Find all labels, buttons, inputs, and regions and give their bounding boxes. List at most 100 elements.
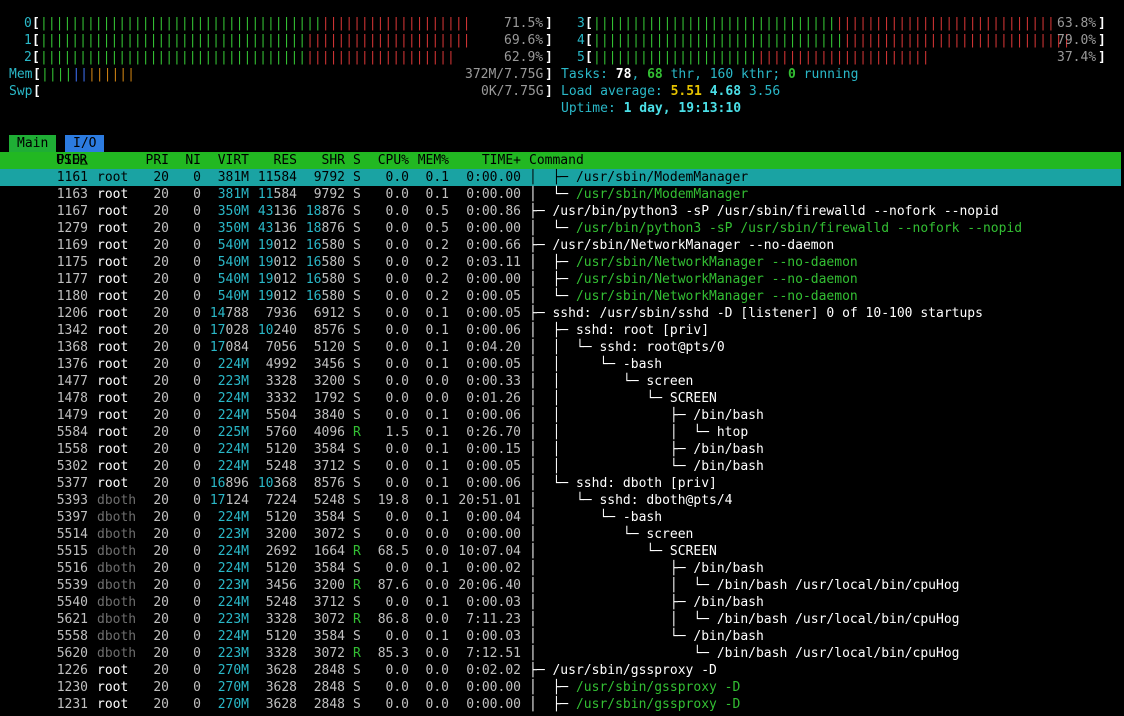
header-command[interactable]: Command xyxy=(529,152,584,169)
process-row[interactable]: 5516 dboth 20 0 224M 5120 3584 S 0.0 0.1 0:00.02 │ … xyxy=(0,560,1121,577)
nice: 0 xyxy=(193,629,201,644)
header-cpu[interactable]: CPU% xyxy=(361,152,409,169)
mem-percent: 0.2 xyxy=(425,255,449,270)
process-row[interactable]: 5515 dboth 20 0 224M 2692 1664 R 68.5 0.0 10:07.04… xyxy=(0,543,1121,560)
header-user[interactable]: USER xyxy=(56,152,87,169)
mem-percent: 0.1 xyxy=(425,340,449,355)
priority: 20 xyxy=(153,425,169,440)
pid: 1368 xyxy=(56,340,88,355)
process-row[interactable]: 5620 dboth 20 0 223M 3328 3072 R 85.3 0.0 7:12.51 │… xyxy=(0,645,1121,662)
priority: 20 xyxy=(153,289,169,304)
tab-io[interactable]: I/O xyxy=(65,135,105,152)
cpu-time: 0:26.70 xyxy=(466,425,521,440)
header-mem[interactable]: MEM% xyxy=(409,152,449,169)
nice: 0 xyxy=(193,357,201,372)
state: R xyxy=(353,544,361,559)
priority: 20 xyxy=(153,238,169,253)
header-pri[interactable]: PRI xyxy=(120,152,169,169)
cpu3-percent: 63.8% xyxy=(1057,16,1097,31)
state: S xyxy=(353,663,361,678)
cpu-percent: 0.0 xyxy=(385,323,409,338)
process-row[interactable]: 5377 root 20 0 16896 10368 8576 S 0.0 0.1 0:00.06 │… xyxy=(0,475,1121,492)
cpu-time: 0:00.00 xyxy=(466,170,521,185)
command: │ │ │ └─ htop xyxy=(529,425,749,440)
state: S xyxy=(353,510,361,525)
res: 5120 xyxy=(265,510,297,525)
header-ni[interactable]: NI xyxy=(175,152,201,169)
process-list: 1161 root 20 0 381M 11584 9792 S 0.0 0.1 0:00.00 │ … xyxy=(0,169,1121,713)
process-row[interactable]: 1169 root 20 0 540M 19012 16580 S 0.0 0.2 0:00.66 ├… xyxy=(0,237,1121,254)
process-row[interactable]: 1177 root 20 0 540M 19012 16580 S 0.0 0.2 0:00.00 │… xyxy=(0,271,1121,288)
process-row[interactable]: 1376 root 20 0 224M 4992 3456 S 0.0 0.1 0:00.05 │ │… xyxy=(0,356,1121,373)
header-time[interactable]: TIME+ xyxy=(449,152,521,169)
process-row[interactable]: 1231 root 20 0 270M 3628 2848 S 0.0 0.0 0:00.00 │ ├… xyxy=(0,696,1121,713)
process-row[interactable]: 1167 root 20 0 350M 43136 18876 S 0.0 0.5 0:00.86 ├… xyxy=(0,203,1121,220)
pid: 5397 xyxy=(56,510,88,525)
tasks-line: Tasks: 78, 68 thr, 160 kthr; 0 running xyxy=(561,67,859,82)
process-row[interactable]: 5514 dboth 20 0 223M 3200 3072 S 0.0 0.0 0:00.00 │ … xyxy=(0,526,1121,543)
shr: 8576 xyxy=(313,476,345,491)
virt: 540M xyxy=(217,238,249,253)
mem-percent: 0.1 xyxy=(425,476,449,491)
header-state[interactable]: S xyxy=(353,152,361,169)
process-row[interactable]: 5558 dboth 20 0 224M 5120 3584 S 0.0 0.1 0:00.03 │ … xyxy=(0,628,1121,645)
mem-percent: 0.5 xyxy=(425,221,449,236)
res: 3328 xyxy=(265,374,297,389)
state: S xyxy=(353,272,361,287)
swp-label: Swp xyxy=(9,84,33,99)
process-row[interactable]: 1180 root 20 0 540M 19012 16580 S 0.0 0.2 0:00.05 │… xyxy=(0,288,1121,305)
shr: 3584 xyxy=(313,442,345,457)
process-row[interactable]: 5584 root 20 0 225M 5760 4096 R 1.5 0.1 0:26.70 │ │… xyxy=(0,424,1121,441)
process-row[interactable]: 1206 root 20 0 14788 7936 6912 S 0.0 0.1 0:00.05 ├─… xyxy=(0,305,1121,322)
virt: 17084 xyxy=(209,340,249,355)
process-row[interactable]: 1226 root 20 0 270M 3628 2848 S 0.0 0.0 0:02.02 ├─ … xyxy=(0,662,1121,679)
res: 7056 xyxy=(265,340,297,355)
cpu5-bar: ||||||||||||||||||||||||||||||||||||||||… xyxy=(593,50,930,65)
process-row[interactable]: 1479 root 20 0 224M 5504 3840 S 0.0 0.1 0:00.06 │ │… xyxy=(0,407,1121,424)
cpu-percent: 0.0 xyxy=(385,595,409,610)
res: 5120 xyxy=(265,561,297,576)
header-shr[interactable]: SHR xyxy=(297,152,345,169)
priority: 20 xyxy=(153,323,169,338)
process-row[interactable]: 5539 dboth 20 0 223M 3456 3200 R 87.6 0.0 20:06.40… xyxy=(0,577,1121,594)
mem-percent: 0.1 xyxy=(425,493,449,508)
header-virt[interactable]: VIRT xyxy=(201,152,249,169)
process-row[interactable]: 1368 root 20 0 17084 7056 5120 S 0.0 0.1 0:04.20 │ … xyxy=(0,339,1121,356)
process-row[interactable]: 1175 root 20 0 540M 19012 16580 S 0.0 0.2 0:03.11 │… xyxy=(0,254,1121,271)
virt: 14788 xyxy=(209,306,249,321)
process-row[interactable]: 5397 dboth 20 0 224M 5120 3584 S 0.0 0.1 0:00.04 │ … xyxy=(0,509,1121,526)
process-row[interactable]: 5621 dboth 20 0 223M 3328 3072 R 86.8 0.0 7:11.23 │… xyxy=(0,611,1121,628)
process-row[interactable]: 1558 root 20 0 224M 5120 3584 S 0.0 0.1 0:00.15 │ │… xyxy=(0,441,1121,458)
state: S xyxy=(353,629,361,644)
res: 10368 xyxy=(257,476,297,491)
res: 43136 xyxy=(257,221,297,236)
process-row[interactable]: 5302 root 20 0 224M 5248 3712 S 0.0 0.1 0:00.05 │ │… xyxy=(0,458,1121,475)
process-row[interactable]: 1477 root 20 0 223M 3328 3200 S 0.0 0.0 0:00.33 │ │… xyxy=(0,373,1121,390)
nice: 0 xyxy=(193,442,201,457)
state: R xyxy=(353,646,361,661)
nice: 0 xyxy=(193,697,201,712)
process-row[interactable]: 5540 dboth 20 0 224M 5248 3712 S 0.0 0.1 0:00.03 │ … xyxy=(0,594,1121,611)
process-row[interactable]: 1279 root 20 0 350M 43136 18876 S 0.0 0.5 0:00.00 │… xyxy=(0,220,1121,237)
state: S xyxy=(353,340,361,355)
cpu-percent: 0.0 xyxy=(385,459,409,474)
virt: 224M xyxy=(217,357,249,372)
header-res[interactable]: RES xyxy=(249,152,297,169)
process-row[interactable]: 1478 root 20 0 224M 3332 1792 S 0.0 0.0 0:01.26 │ │… xyxy=(0,390,1121,407)
res: 3332 xyxy=(265,391,297,406)
process-row[interactable]: 1342 root 20 0 17028 10240 8576 S 0.0 0.1 0:00.06 │… xyxy=(0,322,1121,339)
command: │ ├─ sshd: root [priv] xyxy=(529,323,710,338)
process-row[interactable]: 1230 root 20 0 270M 3628 2848 S 0.0 0.0 0:00.00 │ ├… xyxy=(0,679,1121,696)
state: S xyxy=(353,697,361,712)
process-row[interactable]: 5393 dboth 20 0 17124 7224 5248 S 19.8 0.1 20:51.0… xyxy=(0,492,1121,509)
virt: 223M xyxy=(217,646,249,661)
cpu-percent: 0.0 xyxy=(385,442,409,457)
process-row[interactable]: 1161 root 20 0 381M 11584 9792 S 0.0 0.1 0:00.00 │ … xyxy=(0,169,1121,186)
shr: 3584 xyxy=(313,629,345,644)
mem-percent: 0.0 xyxy=(425,374,449,389)
priority: 20 xyxy=(153,476,169,491)
tab-main[interactable]: Main xyxy=(9,135,57,152)
pid: 1558 xyxy=(56,442,88,457)
process-row[interactable]: 1163 root 20 0 381M 11584 9792 S 0.0 0.1 0:00.00 │ … xyxy=(0,186,1121,203)
cpu1-bar: ||||||||||||||||||||||||||||||||||||||||… xyxy=(40,33,471,48)
